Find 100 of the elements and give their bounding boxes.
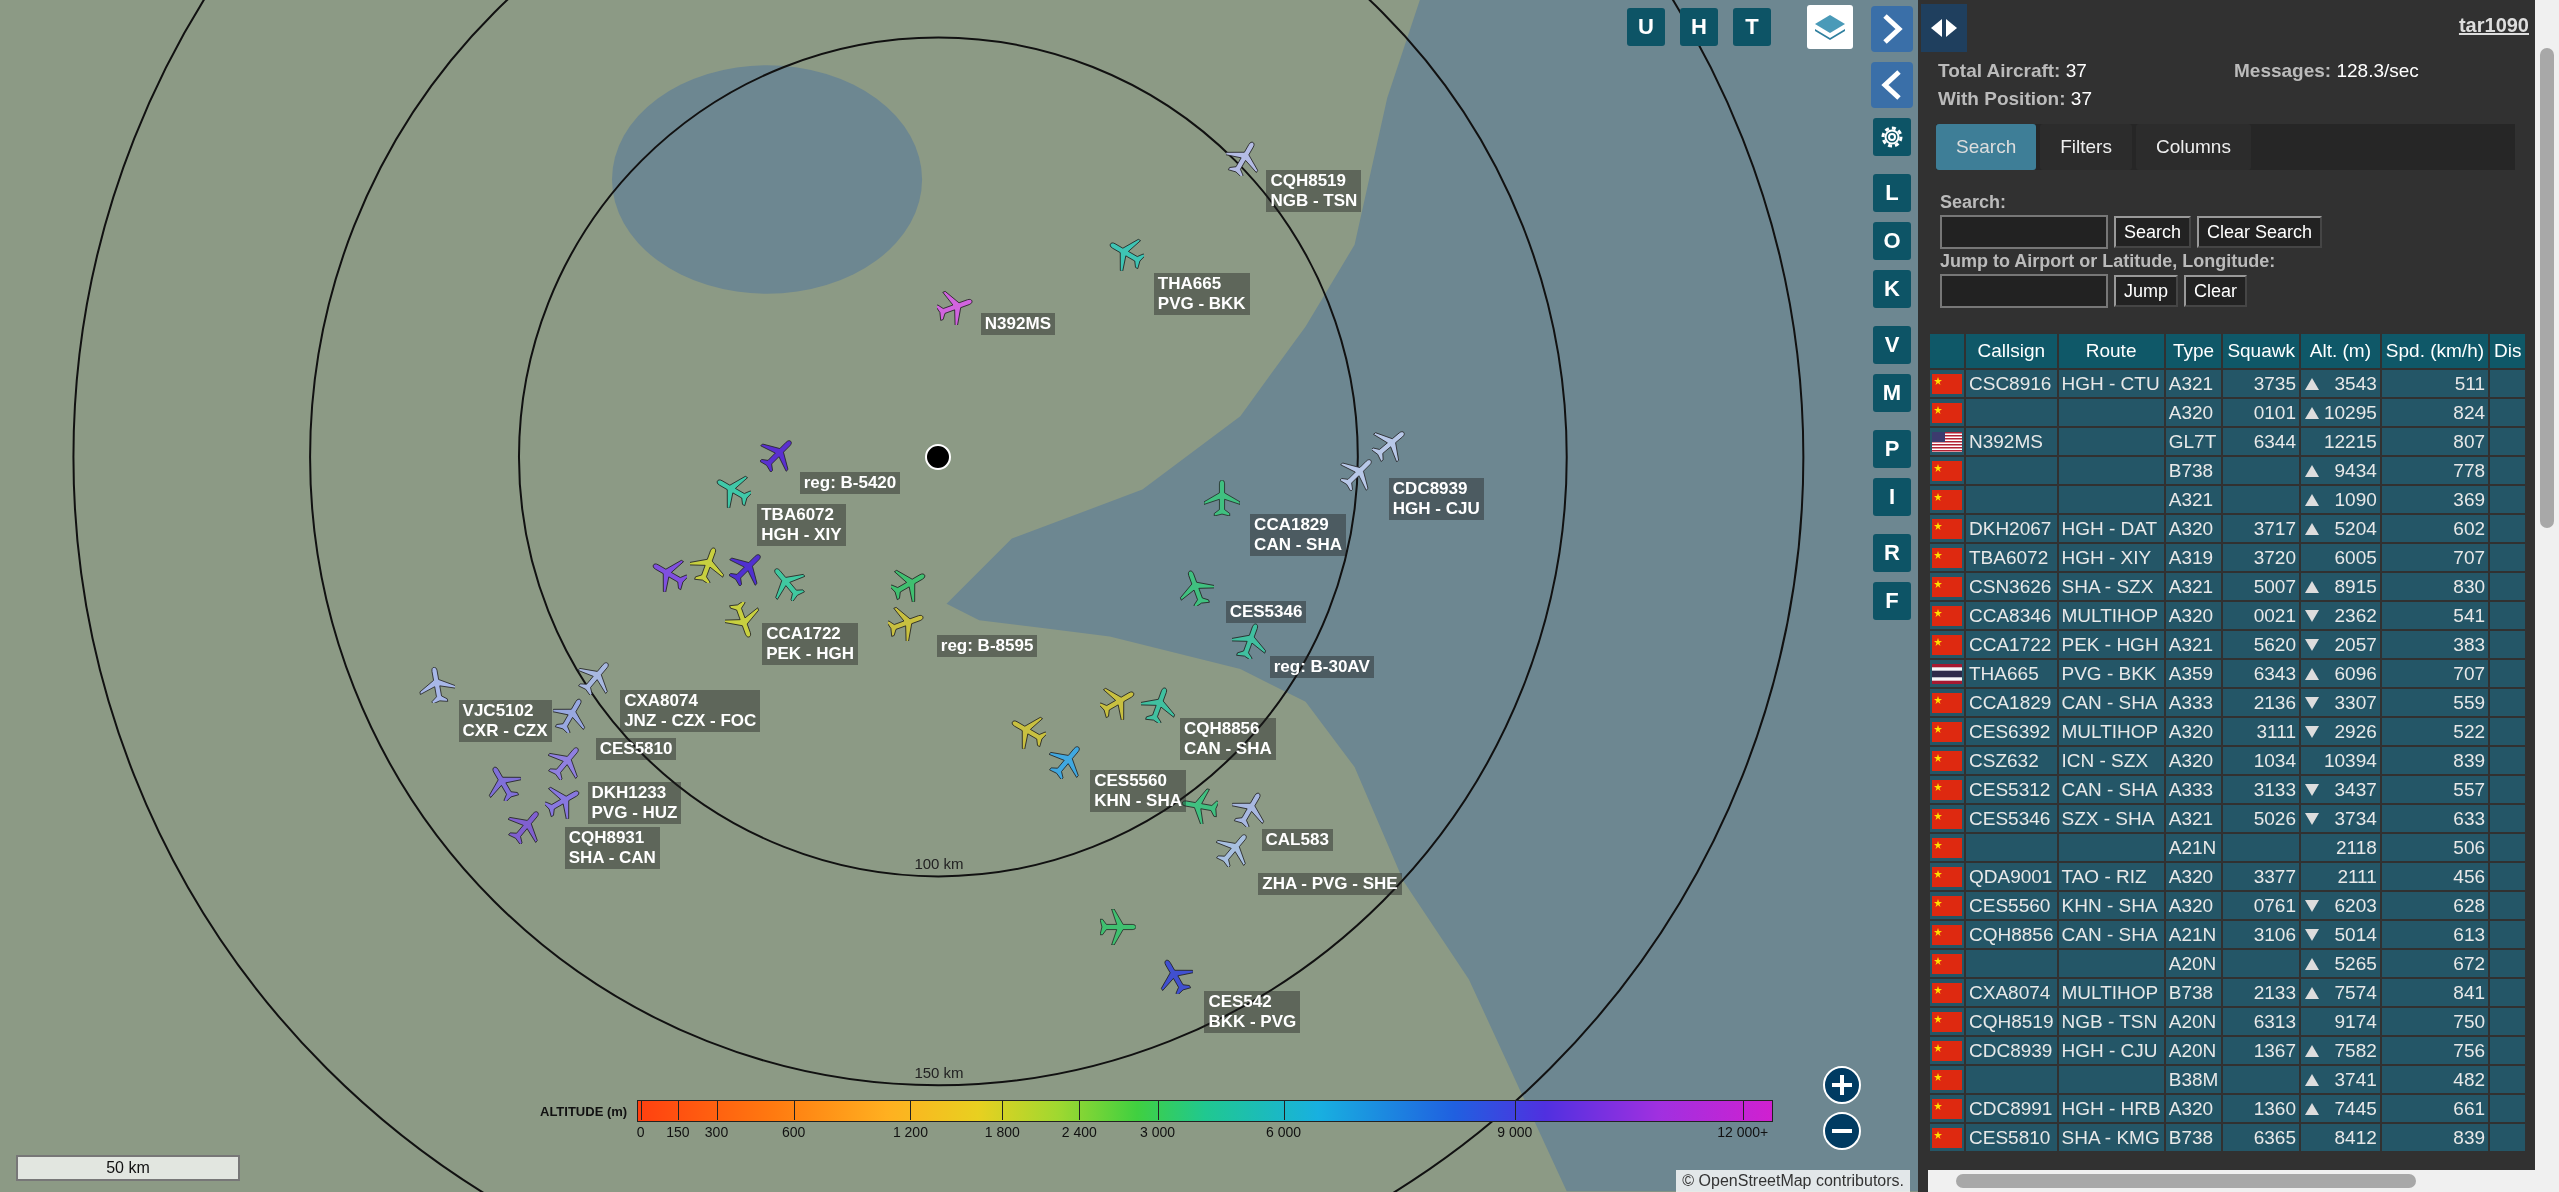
table-cell: 841 bbox=[2381, 979, 2489, 1006]
stat-text: Total Aircraft: 37 bbox=[1938, 60, 2088, 82]
table-cell: NGB - TSN bbox=[2058, 1008, 2164, 1035]
table-cell: CDC8939 bbox=[1966, 1037, 2057, 1064]
table-cell: A321 bbox=[2165, 805, 2222, 832]
aircraft-label[interactable]: CCA1829 CAN - SHA bbox=[1250, 514, 1346, 557]
airplane-icon[interactable] bbox=[887, 605, 924, 642]
map-toggle-button[interactable]: R bbox=[1873, 534, 1911, 572]
aircraft-label[interactable]: DKH1233 PVG - HUZ bbox=[587, 781, 682, 824]
aircraft-label[interactable]: CES5810 bbox=[595, 737, 677, 760]
table-cell: TAO - RIZ bbox=[2058, 863, 2164, 890]
tab[interactable]: Filters bbox=[2040, 124, 2132, 170]
table-cell: THA665 bbox=[1966, 660, 2057, 687]
search-field[interactable] bbox=[1940, 215, 2108, 249]
collapse-button[interactable] bbox=[1871, 62, 1913, 108]
aircraft-label[interactable]: CQH8519 NGB - TSN bbox=[1266, 169, 1362, 212]
search-form-button[interactable]: Search bbox=[2114, 216, 2192, 248]
table-cell: GL7T bbox=[2165, 428, 2222, 455]
table-cell: 633 bbox=[2381, 805, 2489, 832]
table-cell: 8412 bbox=[2301, 1124, 2380, 1151]
map-toggle-button[interactable]: I bbox=[1873, 478, 1911, 516]
aircraft-label[interactable]: CQH8931 SHA - CAN bbox=[564, 827, 660, 870]
aircraft-label[interactable]: CES542 BKK - PVG bbox=[1204, 990, 1301, 1033]
table-cell: CSC8916 bbox=[1966, 370, 2057, 397]
vertical-scrollbar[interactable] bbox=[2535, 0, 2559, 1192]
column-header[interactable]: Alt. (m) bbox=[2301, 334, 2380, 368]
table-cell: 506 bbox=[2381, 834, 2489, 861]
aircraft-label[interactable]: CXA8074 JNZ - CZX - FOC bbox=[620, 690, 761, 733]
map-toggle-button[interactable]: K bbox=[1873, 270, 1911, 308]
aircraft-label[interactable]: CES5346 bbox=[1225, 600, 1307, 623]
table-cell: 5265 bbox=[2301, 950, 2380, 977]
map-toggle-button[interactable]: H bbox=[1680, 8, 1718, 46]
aircraft-label[interactable]: CQH8856 CAN - SHA bbox=[1179, 718, 1276, 761]
map-toggle-button[interactable]: F bbox=[1873, 582, 1911, 620]
layers-button[interactable] bbox=[1807, 5, 1853, 49]
aircraft-label[interactable]: CES5560 KHN - SHA bbox=[1090, 770, 1186, 813]
stat-text: Messages: 128.3/sec bbox=[2234, 60, 2420, 82]
aircraft-label[interactable]: reg: B-8595 bbox=[936, 634, 1038, 657]
table-cell: 541 bbox=[2381, 602, 2489, 629]
airplane-icon[interactable] bbox=[1232, 623, 1269, 660]
map-toggle-button[interactable]: M bbox=[1873, 374, 1911, 412]
map-toggle-button[interactable]: U bbox=[1627, 8, 1665, 46]
airplane-icon[interactable] bbox=[1181, 788, 1218, 825]
aircraft-label[interactable]: TBA6072 HGH - XIY bbox=[757, 504, 846, 547]
map-toggle-button[interactable]: P bbox=[1873, 430, 1911, 468]
search-form-button[interactable]: Clear Search bbox=[2197, 216, 2323, 248]
stat-text: With Position: 37 bbox=[1938, 88, 2093, 110]
column-header[interactable]: Squawk bbox=[2223, 334, 2299, 368]
table-cell: 3735 bbox=[2223, 370, 2299, 397]
table-cell: B38M bbox=[2165, 1066, 2222, 1093]
table-cell: A21N bbox=[2165, 834, 2222, 861]
table-cell: 369 bbox=[2381, 486, 2489, 513]
table-cell: A20N bbox=[2165, 1008, 2222, 1035]
jump-field[interactable] bbox=[1940, 274, 2108, 308]
aircraft-label[interactable]: ZHA - PVG - SHE bbox=[1258, 873, 1402, 896]
airplane-icon[interactable] bbox=[419, 667, 456, 704]
table-cell: 1090 bbox=[2301, 486, 2380, 513]
column-header[interactable]: Route bbox=[2058, 334, 2164, 368]
tab[interactable]: Columns bbox=[2135, 124, 2251, 170]
table-cell: CCA8346 bbox=[1966, 602, 2057, 629]
map-toggle-button[interactable]: T bbox=[1733, 8, 1771, 46]
jump-form-button[interactable]: Jump bbox=[2114, 275, 2178, 307]
aircraft-label[interactable]: VJC5102 CXR - CZX bbox=[458, 700, 552, 743]
table-cell: 6344 bbox=[2223, 428, 2299, 455]
aircraft-label[interactable]: reg: B-5420 bbox=[799, 471, 901, 494]
table-cell: 557 bbox=[2381, 776, 2489, 803]
table-cell: 2118 bbox=[2301, 834, 2380, 861]
table-cell: 707 bbox=[2381, 660, 2489, 687]
map-toggle-button[interactable]: O bbox=[1873, 222, 1911, 260]
aircraft-label[interactable]: N392MS bbox=[980, 313, 1055, 336]
expand-button[interactable] bbox=[1871, 6, 1913, 52]
aircraft-label[interactable]: CCA1722 PEK - HGH bbox=[762, 623, 858, 666]
aircraft-label[interactable]: CAL583 bbox=[1261, 829, 1333, 852]
aircraft-label[interactable]: CDC8939 HGH - CJU bbox=[1388, 478, 1484, 521]
aircraft-label[interactable]: THA665 PVG - BKK bbox=[1153, 272, 1250, 315]
column-header[interactable]: Type bbox=[2165, 334, 2222, 368]
toggle-layout-button[interactable] bbox=[1921, 4, 1967, 52]
map-toggle-button[interactable]: V bbox=[1873, 326, 1911, 364]
map-toggle-button[interactable]: L bbox=[1873, 174, 1911, 212]
table-cell: 2362 bbox=[2301, 602, 2380, 629]
table-cell: 613 bbox=[2381, 921, 2489, 948]
jump-form-button[interactable]: Clear bbox=[2184, 275, 2248, 307]
airplane-icon[interactable] bbox=[724, 602, 761, 639]
table-cell: CAN - SHA bbox=[2058, 921, 2164, 948]
column-header[interactable]: Dis bbox=[2490, 334, 2526, 368]
column-header[interactable]: Spd. (km/h) bbox=[2381, 334, 2489, 368]
aircraft-label[interactable]: reg: B-30AV bbox=[1269, 656, 1374, 679]
horizontal-scrollbar[interactable] bbox=[1928, 1170, 2535, 1192]
column-header[interactable]: Callsign bbox=[1966, 334, 2057, 368]
airplane-icon[interactable] bbox=[690, 546, 727, 583]
table-cell: A320 bbox=[2165, 863, 2222, 890]
minus-icon bbox=[1830, 1128, 1854, 1134]
legend-tick-label: 300 bbox=[704, 1124, 729, 1140]
airplane-icon[interactable] bbox=[1140, 687, 1177, 723]
airplane-icon[interactable] bbox=[1178, 569, 1215, 606]
table-cell: 2136 bbox=[2223, 689, 2299, 716]
settings-button[interactable] bbox=[1873, 118, 1911, 156]
brand-link[interactable]: tar1090 bbox=[2458, 14, 2529, 37]
table-cell: 707 bbox=[2381, 544, 2489, 571]
table-cell: 830 bbox=[2381, 573, 2489, 600]
